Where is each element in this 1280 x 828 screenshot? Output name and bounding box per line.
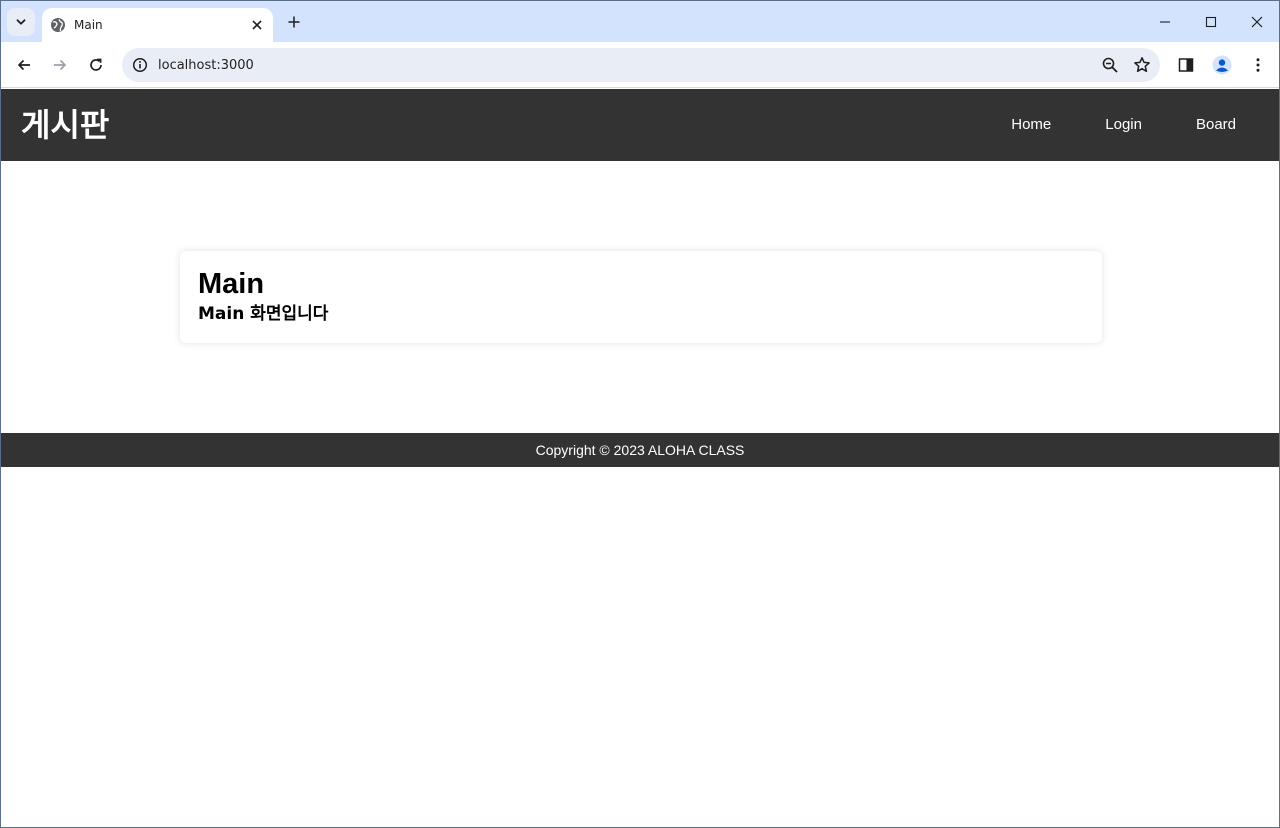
nav-links: Home Login Board <box>984 89 1279 161</box>
site-brand[interactable]: 게시판 <box>21 106 109 144</box>
plus-icon <box>288 16 300 28</box>
page-description: Main 화면입니다 <box>198 304 329 324</box>
page-viewport: 게시판 Home Login Board Main Main 화면입니다 Cop… <box>1 89 1279 827</box>
site-footer: Copyright © 2023 ALOHA CLASS <box>1 433 1279 467</box>
nav-link-login[interactable]: Login <box>1078 89 1169 161</box>
side-panel-icon <box>1178 58 1194 72</box>
reload-icon <box>90 58 102 71</box>
minimize-button[interactable] <box>1142 1 1188 42</box>
browser-window: Main localhost:3000 게시판 Home Login Board… <box>0 0 1280 828</box>
close-icon <box>1251 16 1263 27</box>
new-tab-button[interactable] <box>280 8 308 36</box>
maximize-icon <box>1205 16 1217 27</box>
copyright-text: Copyright © 2023 ALOHA CLASS <box>535 442 745 458</box>
site-navbar: 게시판 Home Login Board <box>1 89 1279 161</box>
zoom-icon[interactable] <box>1096 51 1124 79</box>
tab-main[interactable]: Main <box>42 8 273 42</box>
back-button[interactable] <box>10 51 38 79</box>
menu-button[interactable] <box>1244 51 1272 79</box>
arrow-left-icon <box>18 59 30 71</box>
star-icon[interactable] <box>1128 51 1156 79</box>
avatar-icon <box>1212 55 1232 75</box>
tab-search-button[interactable] <box>7 8 35 36</box>
nav-link-board[interactable]: Board <box>1169 89 1279 161</box>
tab-title: Main <box>74 18 103 32</box>
globe-icon <box>50 17 66 33</box>
nav-link-home[interactable]: Home <box>984 89 1078 161</box>
chevron-down-icon <box>16 19 26 25</box>
close-window-button[interactable] <box>1234 1 1279 42</box>
forward-button[interactable] <box>46 51 74 79</box>
info-icon[interactable] <box>129 54 151 76</box>
minimize-icon <box>1160 20 1170 23</box>
arrow-right-icon <box>54 59 66 71</box>
close-tab-icon[interactable] <box>247 15 267 35</box>
browser-toolbar: localhost:3000 <box>1 42 1279 88</box>
more-vert-icon <box>1256 58 1260 72</box>
url-text[interactable]: localhost:3000 <box>158 58 1096 73</box>
reload-button[interactable] <box>82 51 110 79</box>
maximize-button[interactable] <box>1188 1 1234 42</box>
page-title: Main <box>198 268 265 300</box>
main-card: Main Main 화면입니다 <box>180 251 1102 343</box>
address-bar[interactable]: localhost:3000 <box>122 48 1160 82</box>
side-panel-button[interactable] <box>1172 51 1200 79</box>
profile-button[interactable] <box>1208 51 1236 79</box>
tab-strip: Main <box>1 1 1279 42</box>
